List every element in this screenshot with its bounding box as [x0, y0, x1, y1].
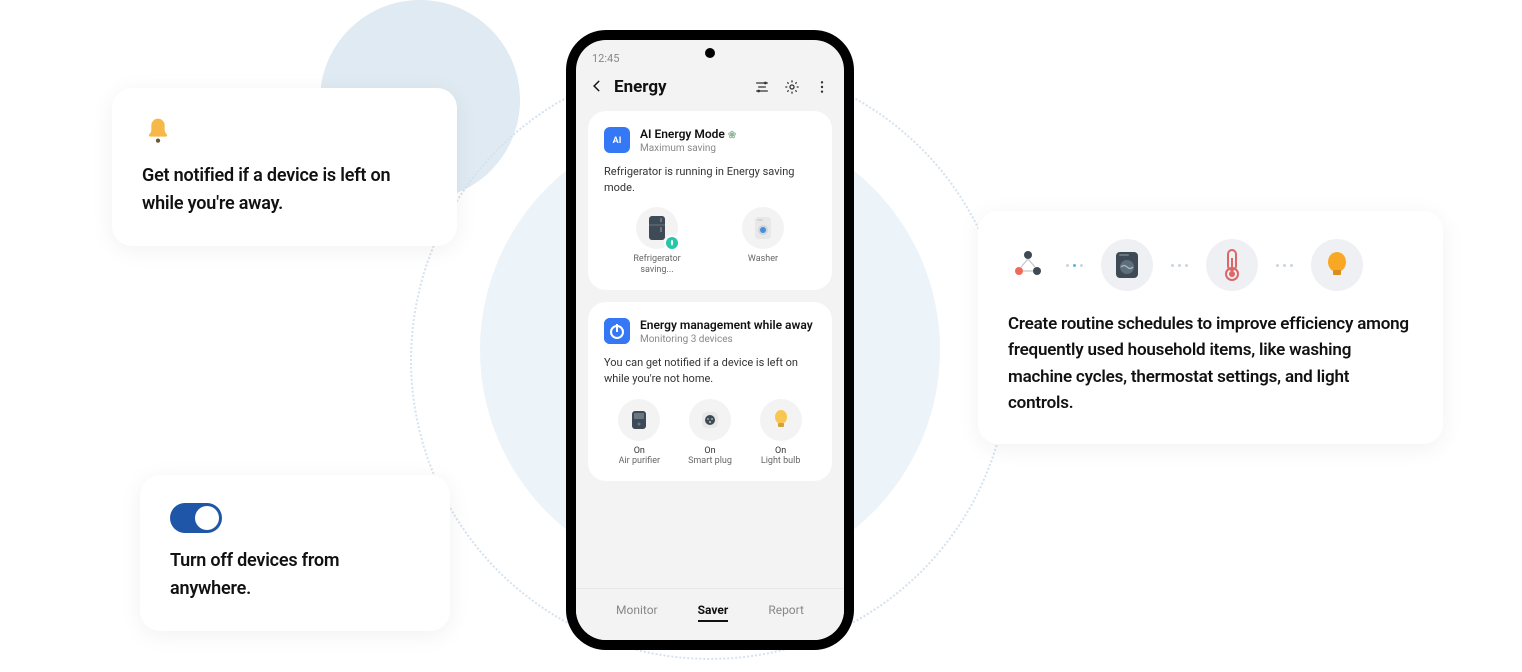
device-name: Smart plug	[688, 456, 732, 467]
smart-plug-icon	[689, 399, 731, 441]
feature-card-text: Turn off devices from anywhere.	[170, 547, 420, 603]
device-state: On	[634, 446, 645, 457]
device-name: Washer	[748, 254, 778, 265]
device-name: Air purifier	[619, 456, 660, 467]
toggle-switch-icon	[170, 503, 222, 533]
feature-card-text: Get notified if a device is left on whil…	[142, 162, 427, 218]
bell-icon	[142, 116, 174, 148]
device-light-bulb[interactable]: On Light bulb	[749, 399, 813, 468]
camera-hole	[705, 48, 715, 58]
leaf-icon: ❀	[728, 130, 736, 141]
eco-badge-icon	[664, 235, 680, 251]
more-icon[interactable]	[814, 79, 830, 95]
connector-dots	[1171, 264, 1188, 267]
panel-message: Refrigerator is running in Energy saving…	[604, 164, 816, 196]
connector-dots	[1066, 264, 1083, 267]
device-smart-plug[interactable]: On Smart plug	[678, 399, 742, 468]
ai-energy-panel[interactable]: AI AI Energy Mode❀ Maximum saving Refrig…	[588, 111, 832, 290]
away-management-panel[interactable]: Energy management while away Monitoring …	[588, 302, 832, 481]
washer-icon	[1101, 239, 1153, 291]
phone-frame: 12:45 Energy	[566, 30, 854, 650]
panel-title: Energy management while away	[640, 318, 813, 334]
connector-dots	[1276, 264, 1293, 267]
panel-title: AI Energy Mode	[640, 127, 725, 141]
bottom-tabs: Monitor Saver Report	[576, 588, 844, 640]
feature-card-routine: Create routine schedules to improve effi…	[978, 211, 1443, 444]
svg-text:AI: AI	[613, 136, 622, 146]
air-purifier-icon	[618, 399, 660, 441]
refrigerator-icon	[636, 207, 678, 249]
panel-subtitle: Monitoring 3 devices	[640, 334, 813, 345]
app-header: Energy	[576, 69, 844, 111]
phone-screen: 12:45 Energy	[576, 40, 844, 640]
lightbulb-icon	[1311, 239, 1363, 291]
tab-report[interactable]: Report	[768, 603, 804, 622]
device-washer[interactable]: Washer	[731, 207, 795, 276]
power-badge-icon	[604, 318, 630, 344]
device-refrigerator[interactable]: Refrigerator saving...	[625, 207, 689, 276]
device-name: Refrigerator	[633, 254, 680, 265]
settings-icon[interactable]	[784, 79, 800, 95]
routine-icon-row	[1008, 239, 1413, 291]
ai-badge-icon: AI	[604, 127, 630, 153]
tab-monitor[interactable]: Monitor	[616, 603, 658, 622]
tab-saver[interactable]: Saver	[698, 603, 729, 622]
device-state: saving...	[640, 265, 673, 276]
device-air-purifier[interactable]: On Air purifier	[607, 399, 671, 468]
back-button[interactable]	[590, 78, 604, 97]
device-name: Light bulb	[761, 456, 800, 467]
panel-subtitle: Maximum saving	[640, 143, 736, 154]
panel-message: You can get notified if a device is left…	[604, 355, 816, 387]
filter-icon[interactable]	[754, 79, 770, 95]
feature-card-notify: Get notified if a device is left on whil…	[112, 88, 457, 246]
feature-card-text: Create routine schedules to improve effi…	[1008, 311, 1413, 416]
routine-icon	[1008, 245, 1048, 285]
page-title: Energy	[614, 77, 744, 97]
device-state: On	[775, 446, 786, 457]
feature-card-toggle: Turn off devices from anywhere.	[140, 475, 450, 631]
device-state: On	[704, 446, 715, 457]
lightbulb-icon	[760, 399, 802, 441]
thermometer-icon	[1206, 239, 1258, 291]
washer-icon	[742, 207, 784, 249]
